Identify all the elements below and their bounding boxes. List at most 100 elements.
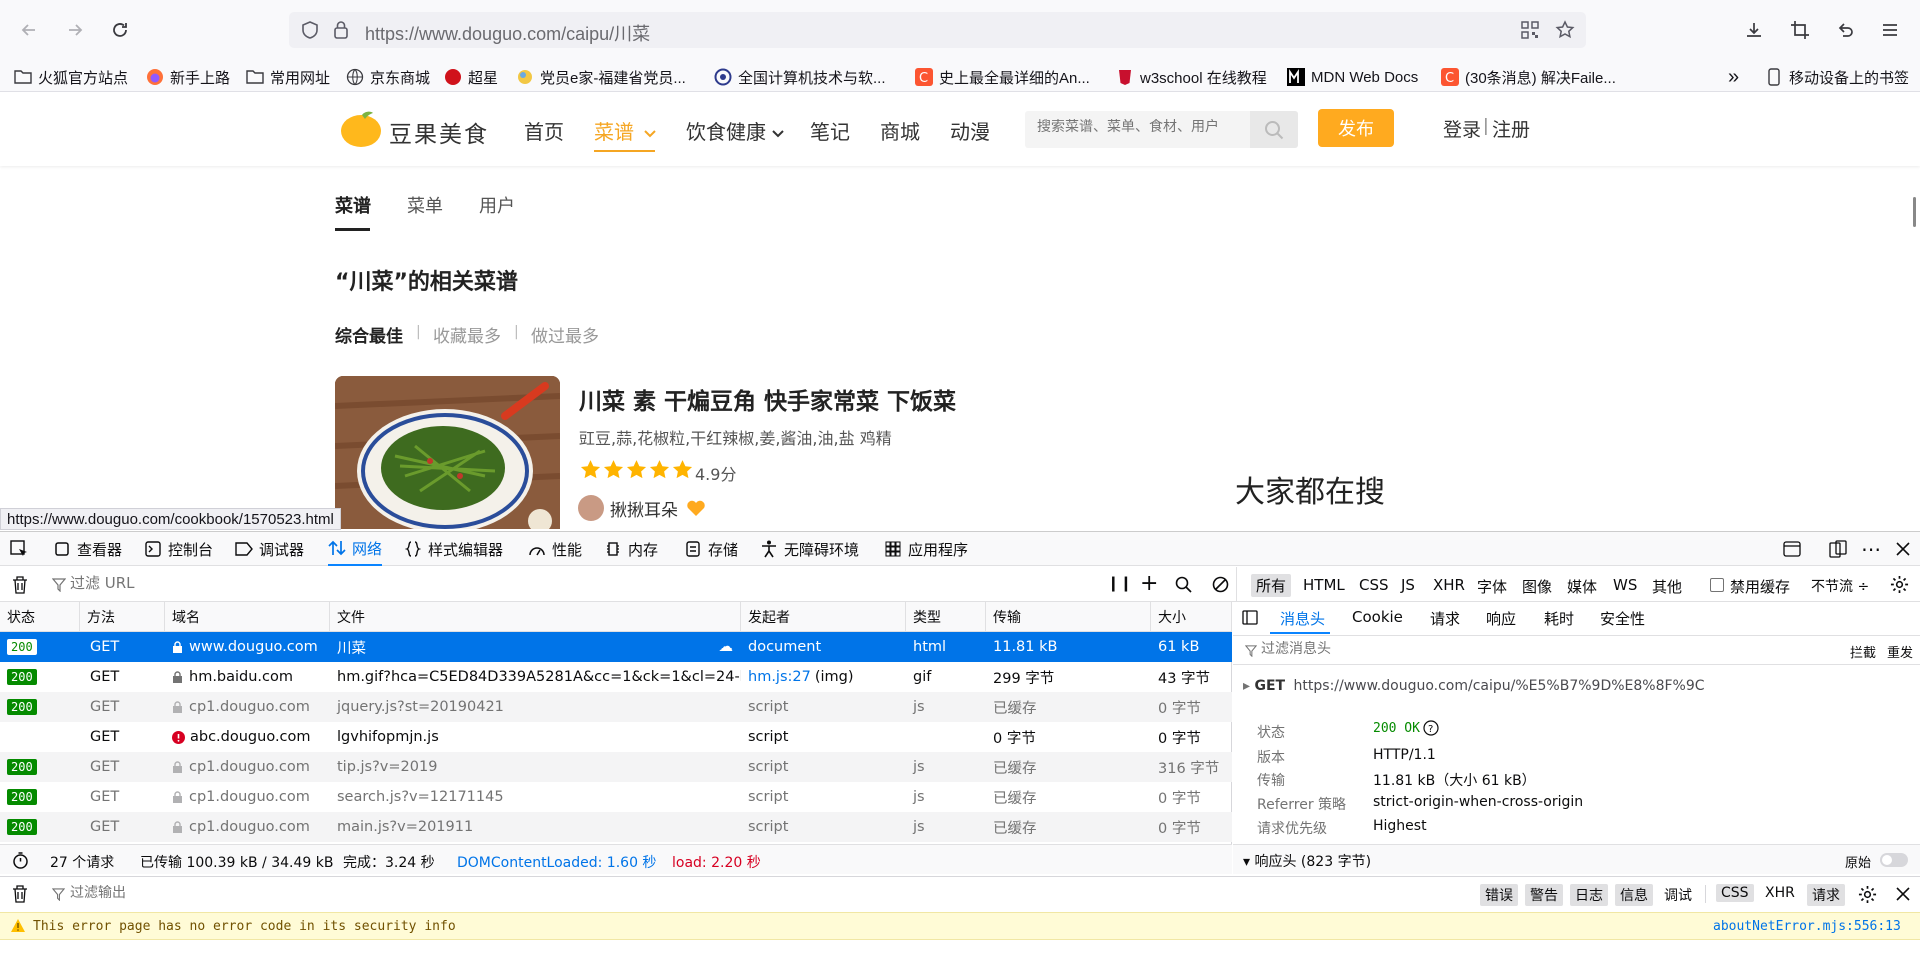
table-row[interactable]: 200 GET cp1.douguo.com tip.js?v=2019 scr… [0, 752, 1232, 782]
tab-application[interactable]: 应用程序 [884, 532, 968, 566]
filter-type-other[interactable]: 其他 [1652, 576, 1682, 597]
tab-security[interactable]: 安全性 [1600, 608, 1645, 629]
filter-type-css[interactable]: CSS [1359, 576, 1389, 594]
toggle-panel-icon[interactable] [1242, 610, 1258, 625]
responsive-design-button[interactable] [1829, 532, 1853, 566]
bookmark-item[interactable]: 全国计算机技术与软... [714, 66, 886, 88]
col-status[interactable]: 状态 [0, 602, 80, 632]
menu-button[interactable] [1874, 14, 1906, 46]
filter-type-ws[interactable]: WS [1613, 576, 1637, 594]
table-row[interactable]: GET abc.douguo.com lgvhifopmjn.js script… [0, 722, 1232, 752]
bookmark-item[interactable]: 常用网址 [246, 66, 330, 88]
tab-style-editor[interactable]: 样式编辑器 [404, 532, 503, 566]
publish-button[interactable]: 发布 [1318, 109, 1394, 147]
close-devtools-button[interactable] [1894, 532, 1918, 566]
sort-most-made[interactable]: 做过最多 [531, 322, 599, 347]
filter-type-xhr[interactable]: XHR [1433, 576, 1465, 594]
table-row[interactable]: 200 GET hm.baidu.com hm.gif?hca=C5ED84D3… [0, 662, 1232, 692]
console-filter-requests[interactable]: 请求 [1807, 884, 1845, 906]
console-filter-input[interactable] [70, 885, 370, 901]
site-search-input[interactable] [1037, 119, 1247, 135]
qr-code-icon[interactable] [1521, 21, 1539, 39]
col-type[interactable]: 类型 [906, 602, 986, 632]
login-link[interactable]: 登录 [1443, 115, 1481, 142]
trash-icon[interactable] [12, 576, 28, 594]
block-button[interactable]: 拦截 [1850, 642, 1876, 661]
col-size[interactable]: 大小 [1151, 602, 1232, 632]
more-options-button[interactable]: ⋯ [1861, 532, 1881, 566]
console-filter-logs[interactable]: 日志 [1570, 884, 1608, 906]
register-link[interactable]: 注册 [1492, 115, 1530, 142]
tab-response[interactable]: 响应 [1486, 608, 1516, 629]
resend-button[interactable]: 重发 [1887, 642, 1913, 661]
table-row[interactable]: 200 GET cp1.douguo.com jquery.js?st=2019… [0, 692, 1232, 722]
forward-button[interactable] [59, 14, 91, 46]
nav-health[interactable]: 饮食健康 [686, 116, 785, 145]
tab-console[interactable]: 控制台 [144, 532, 213, 566]
col-transfer[interactable]: 传输 [986, 602, 1151, 632]
tab-users[interactable]: 用户 [479, 192, 515, 218]
close-icon[interactable] [1896, 887, 1910, 901]
tab-storage[interactable]: 存储 [684, 532, 738, 566]
initiator-link[interactable]: hm.js:27 [748, 669, 811, 685]
add-request-button[interactable]: + [1140, 571, 1158, 596]
dock-toggle-button[interactable] [1783, 532, 1807, 566]
bookmark-item[interactable]: 超星 [444, 66, 498, 88]
col-file[interactable]: 文件 [330, 602, 741, 632]
pause-button[interactable]: ❙❙ [1107, 574, 1132, 592]
tab-debugger[interactable]: 调试器 [235, 532, 304, 566]
url-filter-input[interactable] [70, 574, 370, 592]
console-filter-css[interactable]: CSS [1716, 884, 1754, 902]
back-button[interactable] [13, 14, 45, 46]
console-filter-xhr[interactable]: XHR [1765, 885, 1795, 901]
bookmarks-overflow-button[interactable]: » [1728, 66, 1739, 88]
star-bookmark-icon[interactable] [1555, 20, 1575, 40]
tab-memory[interactable]: 内存 [604, 532, 658, 566]
recipe-author[interactable]: 揪揪耳朵 [578, 495, 706, 521]
shield-icon[interactable] [300, 20, 320, 40]
bookmark-item[interactable]: 京东商城 [346, 66, 430, 88]
raw-toggle[interactable] [1880, 853, 1908, 867]
table-row[interactable]: 200 GET www.douguo.com 川菜 ☁ document html… [0, 632, 1232, 662]
col-initiator[interactable]: 发起者 [741, 602, 906, 632]
bookmark-item-mobile[interactable]: 移动设备上的书签 [1765, 66, 1909, 88]
filter-type-all[interactable]: 所有 [1251, 574, 1292, 597]
nav-notes[interactable]: 笔记 [810, 116, 850, 145]
bookmark-item[interactable]: 火狐官方站点 [14, 66, 128, 88]
url-bar[interactable]: https://www.douguo.com/caipu/川菜 [289, 12, 1586, 48]
bookmark-item[interactable]: MDN Web Docs [1287, 66, 1418, 88]
filter-type-image[interactable]: 图像 [1522, 576, 1552, 597]
bookmark-item[interactable]: 新手上路 [146, 66, 230, 88]
trash-icon[interactable] [12, 885, 28, 903]
table-row[interactable]: 200 GET cp1.douguo.com search.js?v=12171… [0, 782, 1232, 812]
tab-timings[interactable]: 耗时 [1544, 608, 1574, 629]
recipe-image[interactable] [335, 376, 560, 529]
bookmark-item[interactable]: 党员e家-福建省党员... [516, 66, 686, 88]
filter-type-js[interactable]: JS [1401, 576, 1415, 594]
downloads-button[interactable] [1738, 14, 1770, 46]
console-filter-errors[interactable]: 错误 [1480, 884, 1518, 906]
sort-best[interactable]: 综合最佳 [335, 322, 403, 347]
gear-icon[interactable] [1858, 885, 1877, 904]
col-method[interactable]: 方法 [80, 602, 165, 632]
console-filter-warnings[interactable]: 警告 [1525, 884, 1563, 906]
undo-button[interactable] [1829, 14, 1861, 46]
url-text[interactable]: https://www.douguo.com/caipu/川菜 [365, 20, 650, 46]
console-filter-info[interactable]: 信息 [1615, 884, 1653, 906]
tab-performance[interactable]: 性能 [528, 532, 582, 566]
tab-inspector[interactable]: 查看器 [53, 532, 122, 566]
nav-anime[interactable]: 动漫 [950, 116, 990, 145]
nav-shop[interactable]: 商城 [880, 116, 920, 145]
bookmark-item[interactable]: C (30条消息) 解决Faile... [1441, 66, 1616, 88]
warning-source-link[interactable]: aboutNetError.mjs:556:13 [1713, 919, 1901, 934]
block-icon[interactable] [1212, 576, 1229, 593]
tab-headers[interactable]: 消息头 [1280, 608, 1325, 629]
reload-button[interactable] [104, 14, 136, 46]
gear-icon[interactable] [1890, 575, 1909, 594]
request-line[interactable]: ▸ GET https://www.douguo.com/caipu/%E5%B… [1243, 678, 1705, 694]
lock-icon[interactable] [332, 20, 350, 40]
site-logo-text[interactable]: 豆果美食 [389, 115, 489, 149]
throttle-select[interactable]: 不节流 ÷ [1811, 576, 1869, 596]
tab-menus[interactable]: 菜单 [407, 192, 443, 218]
site-logo[interactable] [340, 110, 382, 148]
